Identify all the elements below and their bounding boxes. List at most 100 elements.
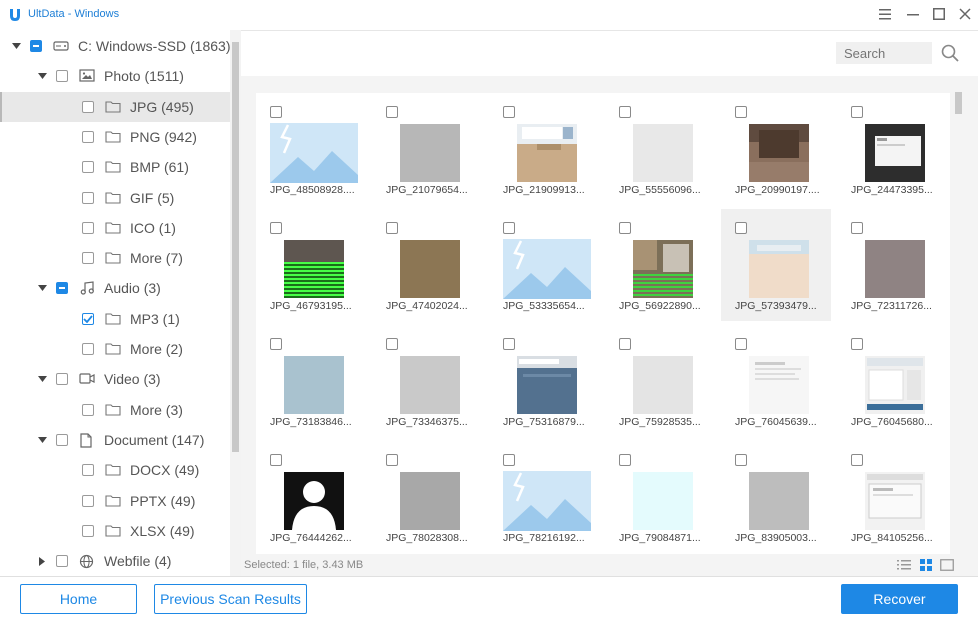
file-thumbnail[interactable] (503, 471, 591, 531)
file-checkbox[interactable] (851, 454, 863, 466)
home-button[interactable]: Home (20, 584, 137, 614)
tree-item-pptx[interactable]: PPTX (49) (0, 486, 230, 516)
expand-caret-icon[interactable] (36, 282, 48, 294)
tree-checkbox[interactable] (82, 464, 94, 477)
file-checkbox[interactable] (619, 454, 631, 466)
file-thumbnail[interactable] (386, 355, 474, 415)
file-thumbnail[interactable] (735, 471, 823, 531)
tree-item-bmp[interactable]: BMP (61) (0, 152, 230, 182)
file-checkbox[interactable] (386, 106, 398, 118)
file-tile[interactable]: JPG_73346375... (372, 325, 482, 437)
file-checkbox[interactable] (619, 338, 631, 350)
file-thumbnail[interactable] (270, 471, 358, 531)
file-checkbox[interactable] (735, 222, 747, 234)
file-checkbox[interactable] (386, 222, 398, 234)
file-tile[interactable]: JPG_20990197.... (721, 93, 831, 205)
file-tile[interactable]: JPG_47402024... (372, 209, 482, 321)
recover-button[interactable]: Recover (841, 584, 958, 614)
file-tile[interactable]: JPG_78028308... (372, 441, 482, 553)
search-icon[interactable] (940, 43, 960, 63)
search-input[interactable] (836, 42, 932, 64)
file-thumbnail[interactable] (619, 355, 707, 415)
file-tile[interactable]: JPG_56922890... (605, 209, 715, 321)
minimize-icon[interactable] (904, 5, 922, 23)
grid-view-icon[interactable] (919, 559, 933, 571)
file-tile[interactable]: JPG_75928535... (605, 325, 715, 437)
file-tile[interactable]: JPG_75316879... (489, 325, 599, 437)
file-thumbnail[interactable] (503, 355, 591, 415)
file-tile[interactable]: JPG_83905003... (721, 441, 831, 553)
tree-item-png[interactable]: PNG (942) (0, 122, 230, 152)
maximize-icon[interactable] (930, 5, 948, 23)
tree-item-webfile[interactable]: Webfile (4) (0, 546, 230, 576)
previous-scan-results-button[interactable]: Previous Scan Results (154, 584, 307, 614)
file-thumbnail[interactable] (270, 123, 358, 183)
tree-checkbox[interactable] (82, 524, 94, 537)
file-checkbox[interactable] (735, 106, 747, 118)
file-checkbox[interactable] (735, 454, 747, 466)
tree-item-more[interactable]: More (7) (0, 243, 230, 273)
expand-caret-icon[interactable] (36, 70, 48, 82)
tree-item-xlsx[interactable]: XLSX (49) (0, 516, 230, 546)
tree-item-more[interactable]: More (3) (0, 395, 230, 425)
file-tile[interactable]: JPG_76045639... (721, 325, 831, 437)
file-thumbnail[interactable] (386, 471, 474, 531)
file-checkbox[interactable] (619, 106, 631, 118)
tree-item-mp3[interactable]: MP3 (1) (0, 304, 230, 334)
file-tile[interactable]: JPG_84105256... (837, 441, 947, 553)
tree-checkbox[interactable] (30, 40, 42, 52)
file-tile[interactable]: JPG_72311726... (837, 209, 947, 321)
file-checkbox[interactable] (270, 222, 282, 234)
tree-checkbox[interactable] (82, 130, 94, 143)
tree-checkbox[interactable] (82, 161, 94, 174)
file-tile[interactable]: JPG_79084871... (605, 441, 715, 553)
tree-item-more[interactable]: More (2) (0, 334, 230, 364)
file-tile[interactable]: JPG_21909913... (489, 93, 599, 205)
file-thumbnail[interactable] (270, 355, 358, 415)
file-tile[interactable]: JPG_48508928.... (256, 93, 366, 205)
file-tile[interactable]: JPG_57393479... (721, 209, 831, 321)
file-thumbnail[interactable] (851, 239, 939, 299)
file-thumbnail[interactable] (735, 355, 823, 415)
file-thumbnail[interactable] (386, 123, 474, 183)
file-thumbnail[interactable] (851, 471, 939, 531)
file-checkbox[interactable] (503, 222, 515, 234)
file-checkbox[interactable] (851, 106, 863, 118)
file-tile[interactable]: JPG_21079654... (372, 93, 482, 205)
expand-caret-icon[interactable] (10, 40, 22, 52)
tree-checkbox[interactable] (56, 70, 68, 83)
file-checkbox[interactable] (503, 338, 515, 350)
tree-item-docx[interactable]: DOCX (49) (0, 455, 230, 485)
file-checkbox[interactable] (386, 338, 398, 350)
tree-item-c-windows-ssd[interactable]: C: Windows-SSD (1863) (0, 31, 231, 61)
expand-caret-icon[interactable] (36, 373, 48, 385)
list-view-icon[interactable] (897, 559, 911, 571)
sidebar-scrollbar-thumb[interactable] (232, 42, 239, 452)
tree-checkbox[interactable] (82, 343, 94, 355)
file-thumbnail[interactable] (851, 355, 939, 415)
file-thumbnail[interactable] (619, 239, 707, 299)
tree-item-video[interactable]: Video (3) (0, 364, 230, 394)
file-checkbox[interactable] (503, 106, 515, 118)
tree-checkbox[interactable] (82, 221, 94, 234)
tree-checkbox[interactable] (56, 433, 68, 446)
tree-checkbox[interactable] (82, 403, 94, 416)
tree-item-audio[interactable]: Audio (3) (0, 273, 230, 303)
tree-checkbox[interactable] (82, 494, 94, 507)
file-checkbox[interactable] (851, 338, 863, 350)
file-thumbnail[interactable] (735, 123, 823, 183)
tree-checkbox[interactable] (82, 252, 94, 265)
file-thumbnail[interactable] (270, 239, 358, 299)
menu-icon[interactable] (876, 5, 894, 23)
tree-item-document[interactable]: Document (147) (0, 425, 230, 455)
tree-checkbox[interactable] (82, 191, 94, 204)
file-thumbnail[interactable] (503, 239, 591, 299)
file-thumbnail[interactable] (503, 123, 591, 183)
file-thumbnail[interactable] (851, 123, 939, 183)
tree-item-jpg[interactable]: JPG (495) (0, 91, 230, 122)
file-tile[interactable]: JPG_76045680... (837, 325, 947, 437)
tree-checkbox[interactable] (56, 282, 68, 295)
tree-checkbox[interactable] (82, 100, 94, 113)
file-checkbox[interactable] (619, 222, 631, 234)
preview-view-icon[interactable] (940, 559, 954, 571)
